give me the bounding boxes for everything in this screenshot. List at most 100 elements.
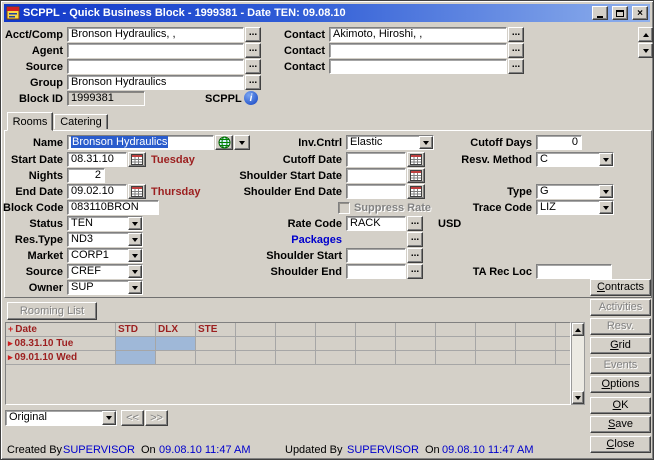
rate-code-lookup-button[interactable]: ...	[407, 216, 423, 231]
shoulder-start-field[interactable]	[346, 248, 406, 263]
shoulder-end-date-field[interactable]	[346, 184, 406, 199]
dropdown-arrow-icon[interactable]	[102, 411, 116, 425]
grid-cell[interactable]	[476, 337, 516, 351]
grid-cell[interactable]	[316, 337, 356, 351]
status-select[interactable]: TEN	[67, 216, 143, 231]
dropdown-arrow-icon[interactable]	[599, 153, 613, 166]
agent-field[interactable]	[67, 43, 244, 58]
dropdown-arrow-icon[interactable]	[128, 265, 142, 278]
cutoff-date-calendar-button[interactable]	[407, 152, 425, 167]
dropdown-arrow-icon[interactable]	[128, 233, 142, 246]
header-scroll-up-button[interactable]	[638, 27, 653, 42]
suppress-rate-checkbox[interactable]	[338, 202, 350, 214]
grid-cell[interactable]	[236, 351, 276, 365]
inv-cntrl-select[interactable]: Elastic	[346, 135, 434, 150]
dropdown-arrow-icon[interactable]	[128, 281, 142, 294]
res-type-select[interactable]: ND3	[67, 232, 143, 247]
trace-code-select[interactable]: LIZ	[536, 200, 614, 215]
market-select[interactable]: CORP1	[67, 248, 143, 263]
group-lookup-button[interactable]: ...	[245, 75, 261, 90]
block-code-field[interactable]: 083110BRON	[67, 200, 159, 215]
grid-cell[interactable]	[356, 337, 396, 351]
grid-button[interactable]: Grid	[590, 337, 651, 354]
grid-prev-button[interactable]: <<	[121, 410, 144, 426]
grid-cell[interactable]	[316, 351, 356, 365]
packages-link[interactable]: Packages	[236, 233, 342, 247]
end-date-field[interactable]: 09.02.10	[67, 184, 127, 199]
shoulder-start-date-calendar-button[interactable]	[407, 168, 425, 183]
grid-cell[interactable]	[516, 351, 556, 365]
contact1-field[interactable]: Akimoto, Hiroshi, ,	[329, 27, 507, 42]
contact2-field[interactable]	[329, 43, 507, 58]
maximize-button[interactable]	[612, 6, 628, 20]
ok-button[interactable]: OK	[590, 397, 651, 414]
grid-cell[interactable]	[476, 351, 516, 365]
packages-lookup-button[interactable]: ...	[407, 232, 423, 247]
dropdown-arrow-icon[interactable]	[599, 185, 613, 198]
source-field[interactable]	[67, 59, 244, 74]
grid-cell[interactable]	[156, 337, 196, 351]
grid-cell[interactable]	[556, 337, 571, 351]
nights-field[interactable]: 2	[67, 168, 105, 183]
save-button[interactable]: Save	[590, 416, 651, 433]
owner-select[interactable]: SUP	[67, 280, 143, 295]
grid-next-button[interactable]: >>	[145, 410, 168, 426]
close-button[interactable]: ×	[632, 6, 648, 20]
options-button[interactable]: Options	[590, 376, 651, 393]
shoulder-start-lookup-button[interactable]: ...	[407, 248, 423, 263]
grid-cell[interactable]	[196, 351, 236, 365]
rate-code-field[interactable]: RACK	[346, 216, 406, 231]
dropdown-arrow-icon[interactable]	[128, 217, 142, 230]
end-date-calendar-button[interactable]	[128, 184, 146, 199]
header-scroll-down-button[interactable]	[638, 43, 653, 58]
grid-cell[interactable]	[356, 351, 396, 365]
type-select[interactable]: G	[536, 184, 614, 199]
grid-cell[interactable]	[436, 351, 476, 365]
acct-comp-lookup-button[interactable]: ...	[245, 27, 261, 42]
rooms-source-select[interactable]: CREF	[67, 264, 143, 279]
scroll-down-button[interactable]	[572, 391, 584, 404]
dropdown-arrow-icon[interactable]	[599, 201, 613, 214]
group-field[interactable]: Bronson Hydraulics	[67, 75, 244, 90]
name-field[interactable]: Bronson Hydraulics	[67, 135, 214, 150]
minimize-button[interactable]	[592, 6, 608, 20]
grid-scrollbar[interactable]	[571, 322, 585, 405]
start-date-field[interactable]: 08.31.10	[67, 152, 127, 167]
info-icon[interactable]: i	[244, 91, 258, 105]
grid-cell[interactable]	[516, 337, 556, 351]
contracts-button[interactable]: Contracts	[590, 279, 651, 296]
resv-method-select[interactable]: C	[536, 152, 614, 167]
start-date-calendar-button[interactable]	[128, 152, 146, 167]
scroll-up-button[interactable]	[572, 323, 584, 336]
grid-cell[interactable]	[276, 351, 316, 365]
agent-lookup-button[interactable]: ...	[245, 43, 261, 58]
grid-cell[interactable]	[396, 337, 436, 351]
grid-cell[interactable]	[156, 351, 196, 365]
tab-catering[interactable]: Catering	[54, 114, 108, 129]
grid-view-select[interactable]: Original	[5, 410, 117, 426]
contact2-lookup-button[interactable]: ...	[508, 43, 524, 58]
title-bar[interactable]: SCPPL - Quick Business Block - 1999381 -…	[4, 4, 650, 22]
ta-rec-loc-field[interactable]	[536, 264, 612, 279]
contact1-lookup-button[interactable]: ...	[508, 27, 524, 42]
grid-cell[interactable]	[116, 337, 156, 351]
cutoff-date-field[interactable]	[346, 152, 406, 167]
grid-cell[interactable]	[436, 337, 476, 351]
name-globe-button[interactable]	[215, 135, 233, 150]
source-lookup-button[interactable]: ...	[245, 59, 261, 74]
dropdown-arrow-icon[interactable]	[128, 249, 142, 262]
contact3-lookup-button[interactable]: ...	[508, 59, 524, 74]
grid-cell[interactable]	[236, 337, 276, 351]
close-action-button[interactable]: Close	[590, 436, 651, 453]
shoulder-end-date-calendar-button[interactable]	[407, 184, 425, 199]
grid-cell[interactable]	[396, 351, 436, 365]
grid-cell[interactable]	[116, 351, 156, 365]
dropdown-arrow-icon[interactable]	[419, 136, 433, 149]
grid-cell[interactable]	[196, 337, 236, 351]
shoulder-start-date-field[interactable]	[346, 168, 406, 183]
shoulder-end-field[interactable]	[346, 264, 406, 279]
shoulder-end-lookup-button[interactable]: ...	[407, 264, 423, 279]
tab-rooms[interactable]: Rooms	[7, 112, 53, 131]
cutoff-days-field[interactable]: 0	[536, 135, 582, 150]
contact3-field[interactable]	[329, 59, 507, 74]
